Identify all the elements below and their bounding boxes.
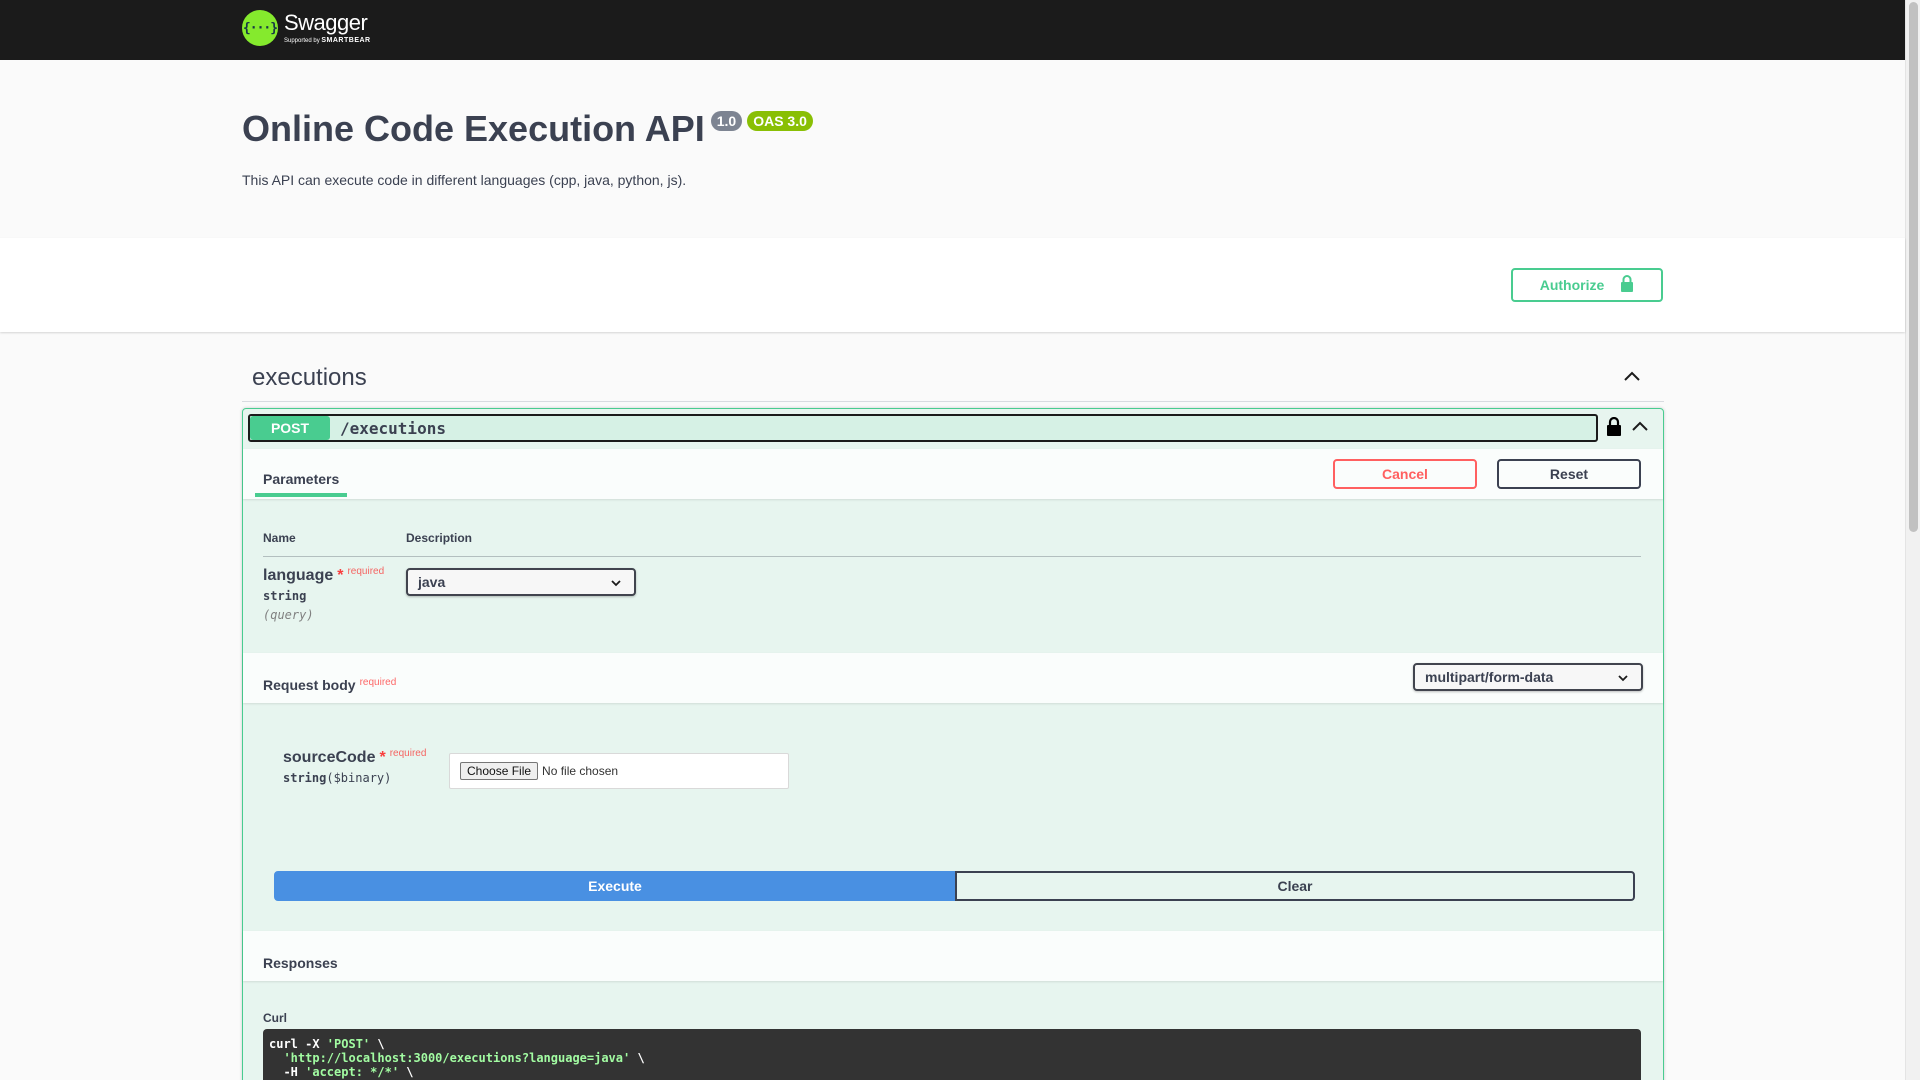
required-label: required	[389, 748, 427, 759]
authorize-label: Authorize	[1539, 277, 1605, 293]
field-format: ($binary)	[326, 771, 392, 785]
content-type-select[interactable]: multipart/form-data	[1413, 663, 1643, 691]
page-scrollbar[interactable]	[1905, 0, 1920, 1080]
curl-line-pre: -H	[269, 1065, 306, 1079]
curl-code-block[interactable]: curl -X 'POST' \ 'http://localhost:3000/…	[263, 1029, 1641, 1080]
swagger-logo[interactable]: {···} Swagger Supported by SMARTBEAR	[242, 10, 371, 46]
curl-line: 'http://localhost:3000/executions?langua…	[269, 1051, 1635, 1065]
logo-sub-prefix: Supported by	[284, 38, 320, 44]
oas-badge: OAS 3.0	[747, 111, 813, 131]
chevron-down-icon	[610, 576, 622, 592]
param-type: string	[263, 589, 307, 603]
api-info: Online Code Execution API 1.0 OAS 3.0	[242, 108, 813, 150]
tab-parameters[interactable]: Parameters	[263, 471, 339, 487]
body-field-type: string($binary)	[283, 771, 391, 785]
param-name: language * required	[263, 566, 385, 585]
responses-title: Responses	[263, 955, 338, 971]
method-badge: POST	[250, 416, 330, 440]
content-type-value: multipart/form-data	[1425, 669, 1554, 685]
chevron-up-icon[interactable]	[1622, 366, 1642, 386]
tag-section-executions[interactable]: executions	[242, 358, 1664, 402]
required-star: *	[379, 749, 386, 766]
body-field-name: sourceCode * required	[283, 748, 427, 767]
cancel-button[interactable]: Cancel	[1333, 459, 1477, 489]
curl-line-post: \	[630, 1051, 645, 1065]
curl-line-pre	[269, 1051, 283, 1065]
logo-sub-brand: SMARTBEAR	[321, 37, 371, 44]
operation-summary[interactable]: POST /executions	[248, 414, 1598, 442]
curl-line-str: 'POST'	[326, 1037, 371, 1051]
operation-post-executions: POST /executions Parameters Cancel Reset…	[242, 408, 1664, 1080]
operation-path: /executions	[340, 418, 446, 438]
curl-line: curl -X 'POST' \	[269, 1037, 1635, 1051]
swagger-logo-icon: {···}	[242, 10, 278, 46]
curl-label: Curl	[263, 1011, 287, 1025]
param-location: (query)	[263, 608, 314, 622]
divider	[263, 556, 1641, 557]
page-title: Online Code Execution API 1.0 OAS 3.0	[242, 108, 813, 150]
request-body-label: Request body	[263, 677, 356, 693]
curl-line: -H 'accept: */*' \	[269, 1065, 1635, 1079]
swagger-logo-text: Swagger Supported by SMARTBEAR	[284, 10, 371, 45]
col-header-description: Description	[406, 531, 473, 545]
language-select-value: java	[418, 574, 446, 590]
required-star: *	[337, 567, 344, 584]
field-type-text: string	[283, 771, 327, 785]
curl-line-post: \	[399, 1065, 414, 1079]
lock-icon	[1620, 274, 1634, 296]
topbar: {···} Swagger Supported by SMARTBEAR	[0, 0, 1905, 60]
curl-line-post: \	[370, 1037, 385, 1051]
clear-button[interactable]: Clear	[955, 871, 1635, 901]
api-title: Online Code Execution API	[242, 108, 705, 149]
choose-file-button[interactable]: Choose File	[460, 762, 539, 780]
body-field-name-text: sourceCode	[283, 749, 376, 766]
required-label: required	[347, 566, 385, 577]
version-badge: 1.0	[710, 111, 743, 131]
responses-header: Responses	[243, 931, 1663, 981]
col-header-name: Name	[263, 531, 296, 545]
file-input[interactable]: Choose File No file chosen	[449, 753, 789, 789]
logo-name: Swagger	[284, 10, 368, 35]
required-label: required	[359, 677, 397, 688]
param-name-text: language	[263, 567, 334, 584]
authorize-button[interactable]: Authorize	[1511, 268, 1663, 302]
tab-underline	[255, 493, 347, 497]
request-body-title: Request body required	[263, 677, 396, 693]
lock-icon[interactable]	[1607, 416, 1621, 441]
reset-button[interactable]: Reset	[1497, 459, 1641, 489]
file-status: No file chosen	[542, 764, 619, 778]
chevron-down-icon	[1617, 671, 1629, 687]
execute-button[interactable]: Execute	[274, 871, 956, 901]
curl-line-pre: curl -X	[269, 1037, 327, 1051]
curl-line-str: 'http://localhost:3000/executions?langua…	[283, 1051, 631, 1065]
curl-line-str: 'accept: */*'	[305, 1065, 400, 1079]
scrollbar-thumb[interactable]	[1909, 2, 1918, 532]
language-select[interactable]: java	[406, 568, 636, 596]
tag-name: executions	[252, 364, 367, 391]
api-description: This API can execute code in different l…	[242, 172, 687, 188]
chevron-up-icon[interactable]	[1631, 417, 1649, 440]
logo-subtitle: Supported by SMARTBEAR	[284, 37, 371, 44]
